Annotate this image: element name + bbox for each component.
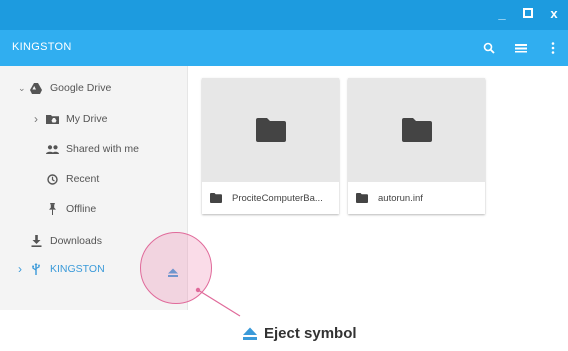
location-title: KINGSTON <box>12 41 72 53</box>
callout-label: Eject symbol <box>264 325 357 342</box>
folder-icon <box>356 193 368 203</box>
sidebar-item-kingston[interactable]: › KINGSTON <box>18 257 105 281</box>
sidebar-item-downloads[interactable]: Downloads <box>28 229 102 253</box>
file-caption: ProciteComputerBa... <box>202 182 339 214</box>
sidebar-item-offline[interactable]: Offline <box>44 197 96 221</box>
file-caption: autorun.inf <box>348 182 485 214</box>
files-app-window: _ x KINGSTON ⌄ Google Drive › My Drive S… <box>0 0 568 310</box>
clock-icon <box>44 171 60 187</box>
file-thumbnail <box>202 78 339 182</box>
usb-icon <box>28 261 44 277</box>
toolbar: KINGSTON <box>0 30 568 66</box>
folder-icon <box>210 193 222 203</box>
sidebar-item-label: Offline <box>66 203 97 215</box>
view-list-icon[interactable] <box>512 39 530 57</box>
folder-icon <box>401 118 432 142</box>
folder-icon <box>255 118 286 142</box>
title-bar: _ x <box>0 0 568 30</box>
file-thumbnail <box>348 78 485 182</box>
file-tile[interactable]: autorun.inf <box>348 78 485 214</box>
more-vert-icon[interactable] <box>544 39 562 57</box>
search-icon[interactable] <box>480 39 498 57</box>
sidebar-item-shared-with-me[interactable]: Shared with me <box>44 137 139 161</box>
file-tile[interactable]: ProciteComputerBa... <box>202 78 339 214</box>
sidebar-item-recent[interactable]: Recent <box>44 167 99 191</box>
pin-icon <box>44 201 60 217</box>
maximize-button[interactable] <box>520 6 536 22</box>
sidebar-item-label: My Drive <box>66 113 108 125</box>
close-button[interactable]: x <box>546 6 562 22</box>
chevron-down-icon[interactable]: ⌄ <box>18 83 28 94</box>
maximize-icon <box>523 8 533 18</box>
my-drive-icon <box>44 111 60 127</box>
sidebar-item-label: Recent <box>66 173 100 185</box>
download-icon <box>28 233 44 249</box>
chevron-right-icon[interactable]: › <box>18 262 28 276</box>
minimize-button[interactable]: _ <box>494 6 510 22</box>
people-icon <box>44 141 60 157</box>
file-grid: ProciteComputerBa... autorun.inf <box>189 66 568 310</box>
sidebar-item-label: KINGSTON <box>50 263 105 275</box>
chevron-right-icon[interactable]: › <box>34 112 44 126</box>
google-drive-icon <box>28 80 44 96</box>
sidebar-item-label: Shared with me <box>66 143 139 155</box>
eject-callout: Eject symbol <box>242 325 357 342</box>
sidebar-item-label: Google Drive <box>50 82 112 94</box>
file-name: ProciteComputerBa... <box>232 192 323 204</box>
sidebar-item-label: Downloads <box>50 235 102 247</box>
sidebar-item-google-drive[interactable]: ⌄ Google Drive <box>18 76 111 100</box>
sidebar-item-my-drive[interactable]: › My Drive <box>34 107 107 131</box>
eject-icon <box>243 327 257 340</box>
file-name: autorun.inf <box>378 192 423 204</box>
eject-highlight-circle <box>140 232 212 304</box>
